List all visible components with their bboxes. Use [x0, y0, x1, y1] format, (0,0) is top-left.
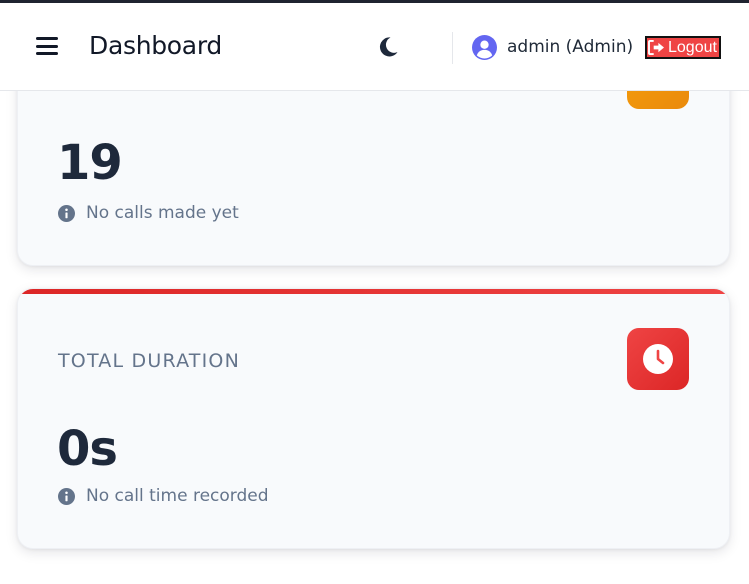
- info-icon: [58, 204, 75, 222]
- top-border: [0, 0, 749, 3]
- card-subtext: No calls made yet: [58, 203, 239, 223]
- moon-icon[interactable]: [376, 35, 400, 59]
- card-accent-bar: [18, 289, 729, 294]
- logout-label: Logout: [668, 38, 717, 56]
- user-circle-icon: [472, 34, 497, 60]
- top-header: Dashboard admin (Admin) Logout: [0, 3, 749, 91]
- sign-out-icon: [648, 40, 664, 55]
- user-name: admin (Admin): [507, 37, 634, 57]
- clock-icon: [627, 328, 689, 390]
- page-title: Dashboard: [89, 31, 222, 60]
- stat-card-total-duration: TOTAL DURATION 0s No call time recorded: [17, 288, 730, 549]
- card-subtext-label: No call time recorded: [86, 486, 269, 506]
- logout-button[interactable]: Logout: [645, 36, 721, 59]
- menu-icon[interactable]: [36, 37, 58, 55]
- card-label: TOTAL DURATION: [58, 350, 240, 372]
- header-divider: [452, 32, 453, 64]
- info-icon: [58, 487, 75, 505]
- card-value: 0s: [57, 421, 118, 477]
- card-subtext-label: No calls made yet: [86, 203, 239, 223]
- card-value: 19: [57, 135, 123, 191]
- user-menu[interactable]: admin (Admin): [472, 34, 633, 60]
- card-subtext: No call time recorded: [58, 486, 269, 506]
